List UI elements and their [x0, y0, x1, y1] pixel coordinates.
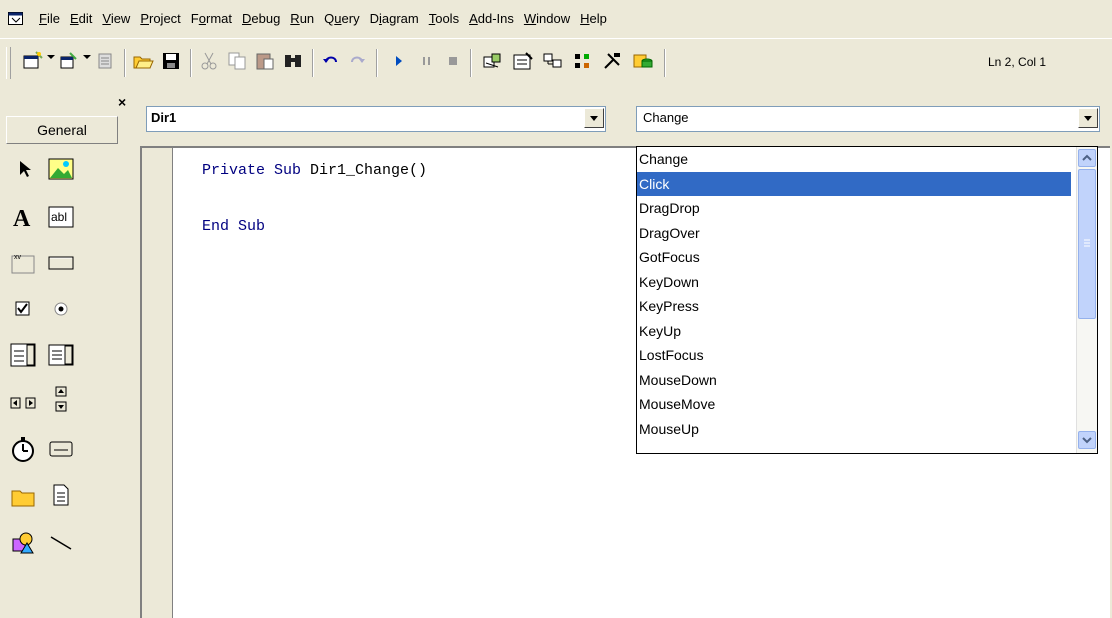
line-icon[interactable] — [46, 528, 76, 558]
svg-text:A: A — [13, 206, 31, 229]
toolbar-grip[interactable] — [6, 47, 11, 79]
project-explorer-icon[interactable] — [480, 47, 506, 75]
menu-format[interactable]: Format — [186, 10, 237, 28]
menu-editor-icon[interactable] — [92, 47, 118, 75]
menu-help[interactable]: Help — [575, 10, 612, 28]
paste-icon[interactable] — [252, 47, 278, 75]
menu-tools[interactable]: Tools — [424, 10, 464, 28]
stop-icon[interactable] — [440, 47, 466, 75]
filelistbox-icon[interactable] — [46, 480, 76, 510]
chevron-down-icon[interactable] — [1078, 108, 1098, 128]
menu-addins[interactable]: Add-Ins — [464, 10, 519, 28]
textbox-icon[interactable]: abl — [46, 202, 76, 232]
menu-debug[interactable]: Debug — [237, 10, 285, 28]
cut-icon[interactable] — [196, 47, 222, 75]
object-combobox[interactable]: Dir1 — [146, 106, 606, 132]
dropdown-option-mouseup[interactable]: MouseUp — [637, 417, 1071, 442]
toolbox-icon[interactable] — [600, 47, 626, 75]
add-form-dropdown[interactable] — [83, 55, 91, 59]
dropdown-scrollbar[interactable] — [1076, 147, 1097, 453]
checkbox-icon[interactable] — [8, 294, 38, 324]
dropdown-option-change[interactable]: Change — [637, 147, 1071, 172]
undo-icon[interactable] — [318, 47, 344, 75]
menu-query[interactable]: Query — [319, 10, 364, 28]
form-layout-icon[interactable] — [540, 47, 566, 75]
dropdown-option-mousemove[interactable]: MouseMove — [637, 392, 1071, 417]
dropdown-option-click[interactable]: Click — [637, 171, 1071, 196]
find-icon[interactable] — [280, 47, 306, 75]
label-icon[interactable]: A — [8, 202, 38, 232]
frame-icon[interactable]: xv — [8, 248, 38, 278]
cursor-position-status: Ln 2, Col 1 — [988, 55, 1047, 69]
code-line[interactable]: End Sub — [202, 218, 265, 235]
dropdown-option-keypress[interactable]: KeyPress — [637, 294, 1071, 319]
object-combobox-value: Dir1 — [151, 110, 177, 125]
dropdown-option-keyup[interactable]: KeyUp — [637, 319, 1071, 344]
hscrollbar-icon[interactable] — [8, 388, 38, 418]
add-project-icon[interactable] — [20, 47, 46, 75]
add-project-dropdown[interactable] — [47, 55, 55, 59]
dropdown-option-dragdrop[interactable]: DragDrop — [637, 196, 1071, 221]
dirlistbox-icon[interactable] — [8, 482, 38, 512]
dropdown-option-dragover[interactable]: DragOver — [637, 221, 1071, 246]
standard-toolbar: Ln 2, Col 1 — [0, 38, 1112, 89]
menu-view[interactable]: View — [97, 10, 135, 28]
pause-icon[interactable] — [414, 47, 440, 75]
svg-text:xv: xv — [14, 254, 22, 261]
shape-icon[interactable] — [8, 528, 38, 558]
save-icon[interactable] — [158, 47, 184, 75]
vscrollbar-icon[interactable] — [46, 384, 76, 414]
menu-run[interactable]: Run — [285, 10, 319, 28]
data-view-icon[interactable] — [630, 47, 656, 75]
picturebox-icon[interactable] — [46, 154, 76, 184]
procedure-options: Change Click DragDrop DragOver GotFocus KeyDo… — [637, 147, 1097, 441]
procedure-combobox[interactable]: Change — [636, 106, 1100, 132]
dropdown-option-lostfocus[interactable]: LostFocus — [637, 343, 1071, 368]
menu-bar: File Edit View Project Format Debug Run Query Di… — [0, 0, 1112, 38]
close-icon[interactable]: × — [118, 94, 126, 110]
vb-project-icon[interactable] — [8, 12, 24, 26]
menu-edit[interactable]: Edit — [65, 10, 97, 28]
add-form-icon[interactable] — [56, 47, 82, 75]
toolbox-tab-general[interactable]: General — [6, 116, 118, 144]
timer-icon[interactable] — [8, 434, 38, 464]
properties-icon[interactable] — [510, 47, 536, 75]
code-margin[interactable] — [142, 148, 173, 618]
procedure-combobox-value: Change — [643, 110, 689, 125]
dropdown-option-gotfocus[interactable]: GotFocus — [637, 245, 1071, 270]
redo-icon[interactable] — [344, 47, 370, 75]
procedure-dropdown-list: Change Click DragDrop DragOver GotFocus KeyDo… — [636, 146, 1098, 454]
pointer-icon[interactable] — [10, 154, 40, 184]
object-browser-icon[interactable] — [570, 47, 596, 75]
toolbox-panel: × General A abl xv — [0, 88, 136, 616]
dropdown-option-mousedown[interactable]: MouseDown — [637, 368, 1071, 393]
code-line[interactable]: Private Sub Dir1_Change() — [202, 162, 427, 179]
open-icon[interactable] — [130, 47, 156, 75]
commandbutton-icon[interactable] — [46, 248, 76, 278]
copy-icon[interactable] — [224, 47, 250, 75]
menu-window[interactable]: Window — [519, 10, 575, 28]
menu-project[interactable]: Project — [135, 10, 185, 28]
optionbutton-icon[interactable] — [46, 294, 76, 324]
dropdown-option-keydown[interactable]: KeyDown — [637, 270, 1071, 295]
scroll-up-icon[interactable] — [1078, 149, 1096, 167]
run-icon[interactable] — [386, 47, 412, 75]
combobox-icon[interactable] — [8, 340, 38, 370]
listbox-icon[interactable] — [46, 340, 76, 370]
scroll-down-icon[interactable] — [1078, 431, 1096, 449]
menu-diagram[interactable]: Diagram — [365, 10, 424, 28]
svg-text:abl: abl — [51, 210, 67, 224]
menu-file[interactable]: File — [34, 10, 65, 28]
chevron-down-icon[interactable] — [584, 108, 604, 128]
drivelistbox-icon[interactable] — [46, 434, 76, 464]
scroll-thumb[interactable] — [1078, 169, 1096, 319]
